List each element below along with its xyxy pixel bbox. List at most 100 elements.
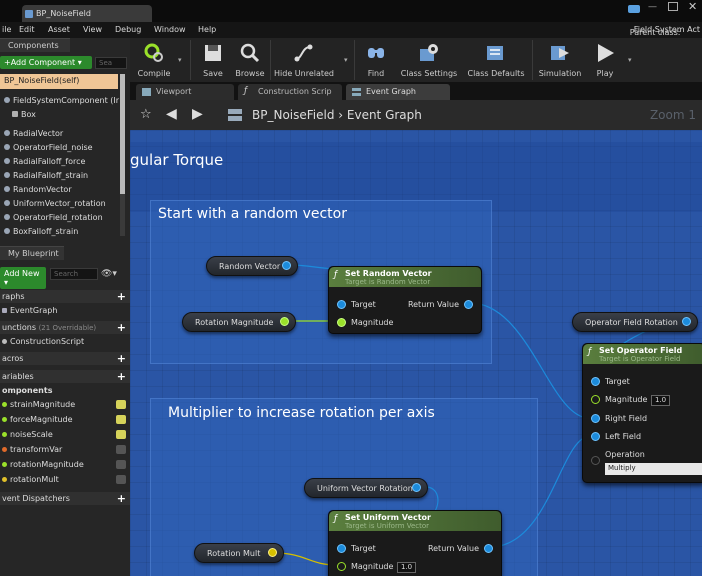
rotation-magnitude-node[interactable]: Rotation Magnitude: [182, 312, 296, 332]
output-pin[interactable]: [682, 317, 691, 326]
add-new-button[interactable]: Add New ▾: [0, 267, 46, 289]
maximize-icon[interactable]: [668, 2, 678, 11]
construction-script-item[interactable]: ConstructionScript: [2, 337, 84, 346]
tree-item[interactable]: FieldSystemComponent (Ir: [4, 96, 119, 105]
menu-asset[interactable]: Asset: [48, 25, 70, 34]
add-function-icon[interactable]: +: [117, 321, 126, 334]
variable-item[interactable]: rotationMagnitude: [2, 460, 84, 469]
add-dispatcher-icon[interactable]: +: [117, 492, 126, 505]
my-blueprint-tab[interactable]: My Blueprint: [0, 246, 64, 260]
components-tab[interactable]: Components: [0, 38, 70, 52]
target-pin[interactable]: [337, 544, 346, 553]
menu-file[interactable]: ile: [2, 25, 11, 34]
random-vector-node[interactable]: Random Vector: [206, 256, 298, 276]
tab-construction-script[interactable]: ƒ Construction Scrip: [238, 84, 342, 100]
hide-unrelated-button[interactable]: Hide Unrelated: [274, 38, 334, 82]
magnitude-pin[interactable]: [591, 395, 600, 404]
add-graph-icon[interactable]: +: [117, 290, 126, 303]
save-button[interactable]: Save: [196, 38, 230, 82]
back-arrow-icon[interactable]: ◀: [166, 106, 177, 122]
visibility-eye-icon[interactable]: [116, 430, 126, 439]
set-random-vector-node[interactable]: ƒ Set Random Vector Target is Random Vec…: [328, 266, 482, 334]
tree-item[interactable]: RadialFalloff_strain: [4, 171, 88, 180]
magnitude-input[interactable]: 1.0: [651, 395, 671, 406]
tab-viewport[interactable]: Viewport: [136, 84, 234, 100]
add-macro-icon[interactable]: +: [117, 352, 126, 365]
favorite-star-icon[interactable]: ☆: [140, 107, 152, 122]
output-pin[interactable]: [412, 483, 421, 492]
visibility-eye-icon[interactable]: [116, 415, 126, 424]
output-pin[interactable]: [268, 548, 277, 557]
graph-canvas[interactable]: gular Torque Start with a random vector …: [130, 130, 702, 576]
breadcrumb[interactable]: BP_NoiseField › Event Graph: [252, 108, 422, 122]
menu-view[interactable]: View: [83, 25, 102, 34]
variable-item[interactable]: strainMagnitude: [2, 400, 75, 409]
return-value-pin[interactable]: [484, 544, 493, 553]
tree-item[interactable]: Box: [12, 110, 36, 119]
magnitude-pin[interactable]: [337, 318, 346, 327]
set-operator-field-node[interactable]: ƒ Set Operator Field Target is Operator …: [582, 343, 702, 483]
tab-event-graph[interactable]: Event Graph: [346, 84, 450, 100]
self-component-item[interactable]: BP_NoiseField(self): [0, 74, 118, 89]
menu-debug[interactable]: Debug: [115, 25, 141, 34]
variable-item[interactable]: rotationMult: [2, 475, 59, 484]
visibility-eye-icon[interactable]: [116, 475, 126, 484]
output-pin[interactable]: [282, 261, 291, 270]
components-scrollbar[interactable]: [120, 74, 125, 236]
variable-item[interactable]: forceMagnitude: [2, 415, 73, 424]
tree-item[interactable]: RadialFalloff_force: [4, 157, 85, 166]
play-options-icon[interactable]: ▾: [628, 56, 632, 64]
visibility-eye-icon[interactable]: [116, 460, 126, 469]
hide-unrelated-options-icon[interactable]: ▾: [344, 56, 348, 64]
components-search-input[interactable]: Sea: [95, 57, 127, 69]
graphs-section[interactable]: raphs +: [0, 290, 130, 303]
variable-item[interactable]: transformVar: [2, 445, 62, 454]
add-variable-icon[interactable]: +: [117, 370, 126, 383]
variable-item[interactable]: noiseScale: [2, 430, 53, 439]
menu-window[interactable]: Window: [154, 25, 186, 34]
operation-select[interactable]: Multiply: [605, 463, 702, 475]
functions-section[interactable]: unctions (21 Overridable) +: [0, 321, 130, 334]
set-uniform-vector-node[interactable]: ƒ Set Uniform Vector Target is Uniform V…: [328, 510, 502, 576]
compile-options-icon[interactable]: ▾: [178, 56, 182, 64]
class-settings-button[interactable]: Class Settings: [396, 38, 462, 82]
tree-item[interactable]: RadialVector: [4, 129, 63, 138]
macros-section[interactable]: acros +: [0, 352, 130, 365]
tree-item[interactable]: OperatorField_noise: [4, 143, 93, 152]
menu-edit[interactable]: Edit: [19, 25, 35, 34]
operator-field-rotation-node[interactable]: Operator Field Rotation: [572, 312, 698, 332]
tree-item[interactable]: BoxFalloff_strain: [4, 227, 78, 236]
minimize-icon[interactable]: —: [648, 2, 657, 12]
menu-help[interactable]: Help: [198, 25, 216, 34]
class-defaults-button[interactable]: Class Defaults: [464, 38, 528, 82]
add-component-button[interactable]: +Add Component ▾: [0, 56, 92, 69]
target-pin[interactable]: [337, 300, 346, 309]
forward-arrow-icon[interactable]: ▶: [192, 106, 203, 122]
browse-button[interactable]: Browse: [232, 38, 268, 82]
close-icon[interactable]: ✕: [688, 0, 697, 13]
output-pin[interactable]: [280, 317, 289, 326]
variables-section[interactable]: ariables +: [0, 370, 130, 383]
event-dispatchers-section[interactable]: vent Dispatchers +: [0, 492, 130, 505]
view-options-icon[interactable]: 👁▾: [101, 269, 117, 279]
visibility-eye-icon[interactable]: [116, 400, 126, 409]
left-field-pin[interactable]: [591, 432, 600, 441]
source-control-icon[interactable]: [628, 5, 640, 13]
find-button[interactable]: Find: [358, 38, 394, 82]
tree-item[interactable]: OperatorField_rotation: [4, 213, 103, 222]
play-button[interactable]: Play: [588, 38, 622, 82]
simulation-button[interactable]: Simulation: [536, 38, 584, 82]
event-graph-item[interactable]: EventGraph: [2, 306, 57, 315]
magnitude-input[interactable]: 1.0: [397, 562, 417, 573]
right-field-pin[interactable]: [591, 414, 600, 423]
document-tab[interactable]: BP_NoiseField: [22, 5, 152, 23]
return-value-pin[interactable]: [464, 300, 473, 309]
uniform-vector-rotation-node[interactable]: Uniform Vector Rotation: [304, 478, 428, 498]
components-category[interactable]: omponents: [2, 386, 52, 395]
target-pin[interactable]: [591, 377, 600, 386]
magnitude-pin[interactable]: [337, 562, 346, 571]
compile-button[interactable]: Compile: [134, 38, 174, 82]
blueprint-search-input[interactable]: Search: [50, 268, 98, 280]
tree-item[interactable]: RandomVector: [4, 185, 72, 194]
rotation-mult-node[interactable]: Rotation Mult: [194, 543, 284, 563]
